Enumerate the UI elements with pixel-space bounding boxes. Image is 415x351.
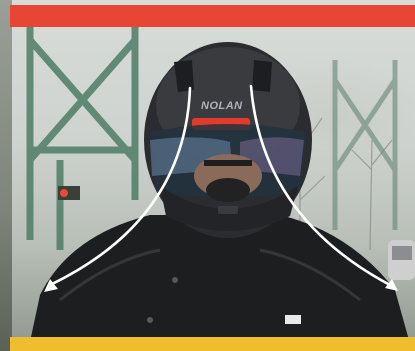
helmet-brand-text: NOLAN [201, 100, 243, 112]
scene-illustration [26, 20, 415, 351]
jacket-patch [285, 315, 301, 324]
bottom-band [10, 337, 415, 351]
bridge-tower-right [332, 60, 398, 230]
left-margin [0, 0, 12, 351]
photo-frame: NOLAN [0, 0, 415, 351]
top-band [10, 5, 415, 27]
bridge-tower [26, 20, 139, 250]
